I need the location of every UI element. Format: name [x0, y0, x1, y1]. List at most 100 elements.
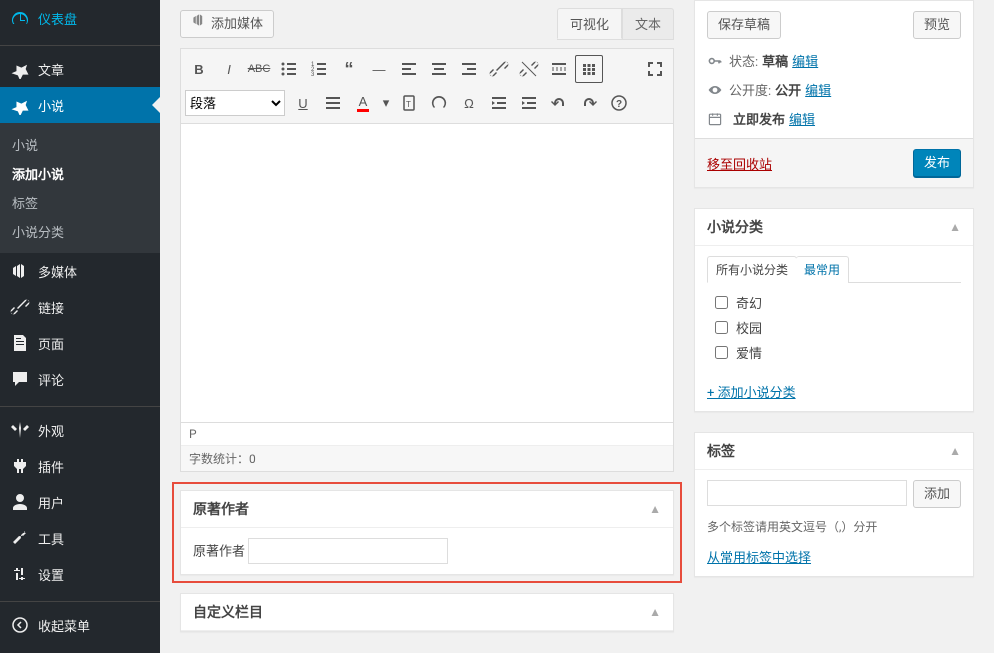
blockquote-button[interactable]: “ — [335, 55, 363, 83]
menu-pages[interactable]: 页面 — [0, 325, 160, 361]
align-right-button[interactable] — [455, 55, 483, 83]
menu-settings[interactable]: 设置 — [0, 556, 160, 592]
publish-button[interactable]: 发布 — [913, 149, 961, 177]
categories-toggle[interactable]: ▲ — [949, 220, 961, 234]
trash-link[interactable]: 移至回收站 — [707, 154, 772, 173]
bullet-list-button[interactable] — [275, 55, 303, 83]
cat-item[interactable]: 爱情 — [715, 343, 961, 362]
submenu-novel-categories[interactable]: 小说分类 — [0, 217, 160, 246]
add-category-link[interactable]: + 添加小说分类 — [707, 382, 796, 401]
format-select[interactable]: 段落 — [185, 90, 285, 116]
bold-button[interactable]: B — [185, 55, 213, 83]
appearance-icon — [10, 420, 30, 440]
menu-comments[interactable]: 评论 — [0, 361, 160, 397]
svg-text:T: T — [406, 100, 411, 109]
align-center-button[interactable] — [425, 55, 453, 83]
cat-checkbox[interactable] — [715, 346, 728, 359]
paste-text-button[interactable]: T — [395, 89, 423, 117]
tag-input[interactable] — [707, 480, 907, 506]
editor-toolbar: B I ABC 123 “ — — [180, 48, 674, 123]
redo-button[interactable] — [575, 89, 603, 117]
indent-button[interactable] — [515, 89, 543, 117]
color-dropdown[interactable]: ▾ — [379, 89, 393, 117]
link-icon — [10, 297, 30, 317]
numbered-list-button[interactable]: 123 — [305, 55, 333, 83]
author-label: 原著作者 — [193, 545, 245, 560]
text-color-button[interactable]: A — [349, 89, 377, 117]
menu-novel[interactable]: 小说 — [0, 87, 160, 123]
author-input[interactable] — [248, 538, 448, 564]
more-button[interactable] — [545, 55, 573, 83]
comment-icon — [10, 369, 30, 389]
edit-status-link[interactable]: 编辑 — [792, 51, 818, 70]
tags-title: 标签 — [707, 441, 735, 461]
dashboard-icon — [10, 8, 30, 28]
menu-posts[interactable]: 文章 — [0, 51, 160, 87]
preview-button[interactable]: 预览 — [913, 11, 961, 39]
choose-tags-link[interactable]: 从常用标签中选择 — [707, 551, 811, 566]
tags-toggle[interactable]: ▲ — [949, 444, 961, 458]
cat-checkbox[interactable] — [715, 321, 728, 334]
clear-format-button[interactable] — [425, 89, 453, 117]
plugin-icon — [10, 456, 30, 476]
add-media-button[interactable]: 添加媒体 — [180, 10, 274, 38]
author-box-toggle[interactable]: ▲ — [649, 502, 661, 516]
categories-title: 小说分类 — [707, 217, 763, 237]
link-button[interactable] — [485, 55, 513, 83]
pin-icon — [10, 59, 30, 79]
save-draft-button[interactable]: 保存草稿 — [707, 11, 781, 39]
italic-button[interactable]: I — [215, 55, 243, 83]
key-icon — [707, 53, 725, 69]
custom-fields-toggle[interactable]: ▲ — [649, 605, 661, 619]
menu-collapse[interactable]: 收起菜单 — [0, 607, 160, 643]
strikethrough-button[interactable]: ABC — [245, 55, 273, 83]
edit-visibility-link[interactable]: 编辑 — [805, 80, 831, 99]
page-icon — [10, 333, 30, 353]
cat-tab-popular[interactable]: 最常用 — [796, 256, 849, 283]
editor-tab-visual[interactable]: 可视化 — [557, 8, 622, 39]
submenu-novel-tags[interactable]: 标签 — [0, 188, 160, 217]
menu-dashboard[interactable]: 仪表盘 — [0, 0, 160, 36]
menu-tools[interactable]: 工具 — [0, 520, 160, 556]
publish-box: 保存草稿 预览 状态: 草稿 编辑 公开度: 公开 — [694, 0, 974, 188]
undo-button[interactable] — [545, 89, 573, 117]
visibility-icon — [707, 82, 725, 98]
edit-date-link[interactable]: 编辑 — [789, 109, 815, 128]
author-box-title: 原著作者 — [193, 499, 249, 519]
admin-sidebar: 仪表盘 文章 小说 小说 添加小说 标签 小说分类 多媒体 链接 页面 — [0, 0, 160, 653]
outdent-button[interactable] — [485, 89, 513, 117]
editor-statusbar: P 字数统计：0 — [180, 423, 674, 472]
cat-item[interactable]: 奇幻 — [715, 293, 961, 312]
align-justify-button[interactable] — [319, 89, 347, 117]
add-tag-button[interactable]: 添加 — [913, 480, 961, 508]
menu-media[interactable]: 多媒体 — [0, 253, 160, 289]
tool-icon — [10, 528, 30, 548]
cat-checkbox[interactable] — [715, 296, 728, 309]
menu-links[interactable]: 链接 — [0, 289, 160, 325]
editor-path: P — [181, 423, 673, 446]
categories-box: 小说分类 ▲ 所有小说分类 最常用 奇幻 校园 爱情 + 添加小 — [694, 208, 974, 412]
menu-users[interactable]: 用户 — [0, 484, 160, 520]
pin-icon — [10, 95, 30, 115]
collapse-icon — [10, 615, 30, 635]
submenu-novel-list[interactable]: 小说 — [0, 130, 160, 159]
media-icon — [191, 11, 207, 37]
svg-text:3: 3 — [311, 72, 315, 78]
help-button[interactable]: ? — [605, 89, 633, 117]
editor-content[interactable] — [180, 123, 674, 423]
underline-button[interactable]: U — [289, 89, 317, 117]
word-count: 字数统计：0 — [181, 446, 673, 471]
kitchen-sink-button[interactable] — [575, 55, 603, 83]
hr-button[interactable]: — — [365, 55, 393, 83]
submenu-novel-add[interactable]: 添加小说 — [0, 159, 160, 188]
tags-box: 标签 ▲ 添加 多个标签请用英文逗号（,）分开 从常用标签中选择 — [694, 432, 974, 577]
align-left-button[interactable] — [395, 55, 423, 83]
special-char-button[interactable]: Ω — [455, 89, 483, 117]
cat-item[interactable]: 校园 — [715, 318, 961, 337]
cat-tab-all[interactable]: 所有小说分类 — [707, 256, 797, 283]
fullscreen-button[interactable] — [641, 55, 669, 83]
editor-tab-text[interactable]: 文本 — [622, 8, 674, 39]
menu-plugins[interactable]: 插件 — [0, 448, 160, 484]
menu-appearance[interactable]: 外观 — [0, 412, 160, 448]
unlink-button[interactable] — [515, 55, 543, 83]
